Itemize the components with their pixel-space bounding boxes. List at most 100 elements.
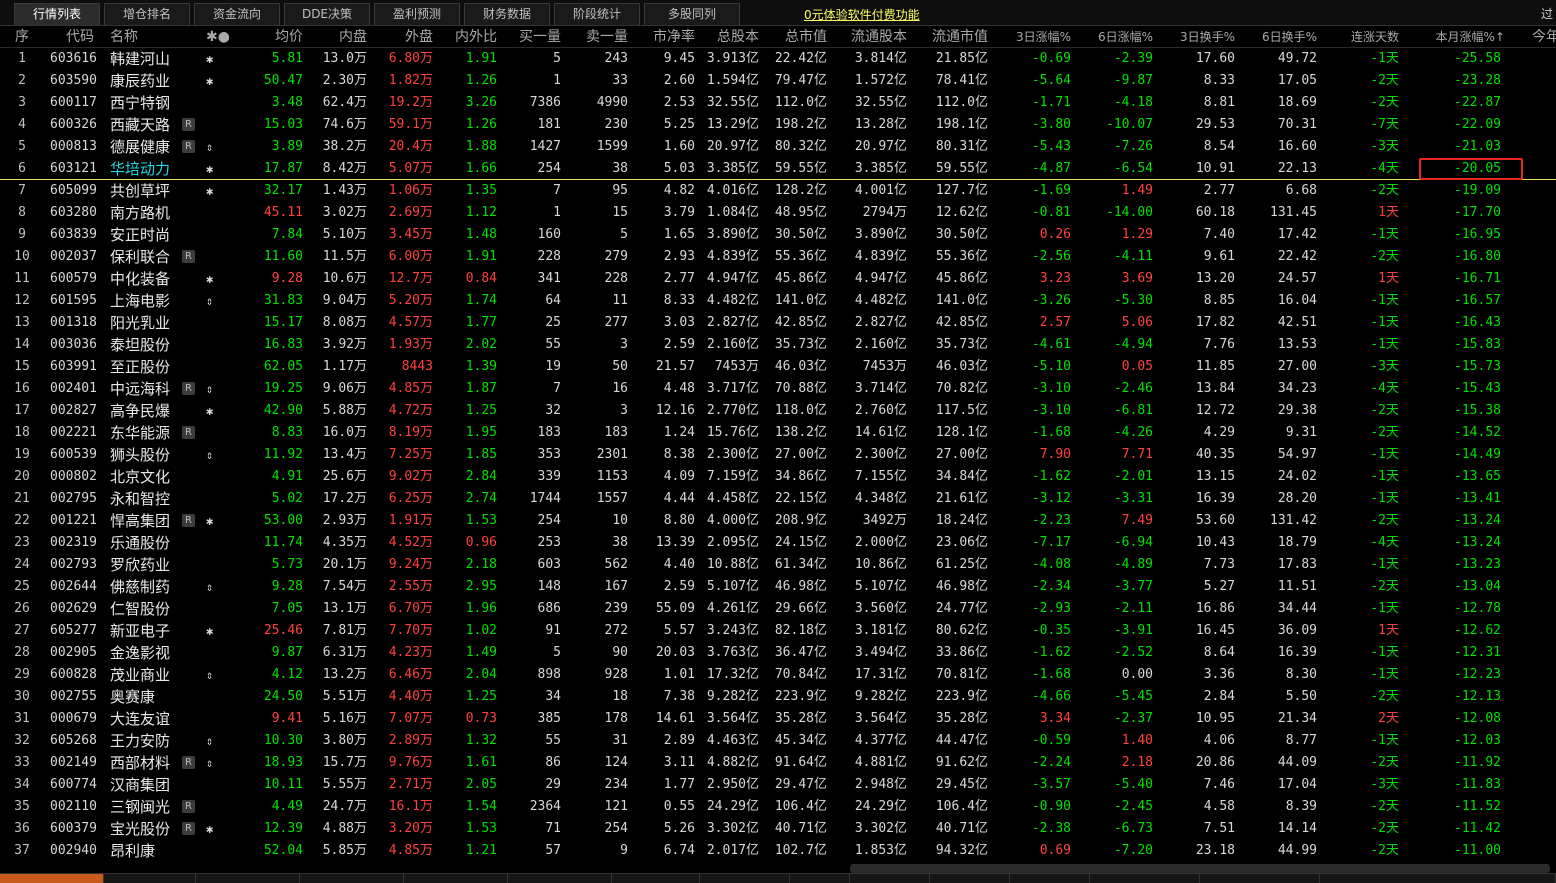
tab-2[interactable]: 增仓排名 [104, 3, 190, 25]
table-row[interactable]: 28 002905 金逸影视 9.87 6.31万 4.23万 1.49 5 90 20.03 3.… [0, 642, 1556, 664]
stock-name[interactable]: 昂利康 [110, 840, 190, 862]
column-header-10[interactable]: 卖一量 [586, 26, 628, 48]
column-header-11[interactable]: 市净率 [653, 26, 695, 48]
table-row[interactable]: 6 603121 华培动力 ✱ 17.87 8.42万 5.07万 1.66 254 38 5.03… [0, 158, 1556, 180]
table-row[interactable]: 36 600379 宝光股份 R ✱ 12.39 4.88万 3.20万 1.53 71 254 5.… [0, 818, 1556, 840]
table-row[interactable]: 23 002319 乐通股份 11.74 4.35万 4.52万 0.96 253 38 13.3… [0, 532, 1556, 554]
stock-name[interactable]: 中远海科 [110, 378, 190, 400]
table-row[interactable]: 7 605099 共创草坪 ✱ 32.17 1.43万 1.06万 1.35 7 95 4.82 4.… [0, 180, 1556, 202]
column-header-17[interactable]: 6日涨幅% [1098, 26, 1153, 48]
bottom-tab-7[interactable] [612, 874, 700, 883]
stock-name[interactable]: 三钢闽光 [110, 796, 190, 818]
column-header-20[interactable]: 连涨天数 [1351, 26, 1399, 48]
table-row[interactable]: 29 600828 茂业商业 ⇕ 4.12 13.2万 6.46万 2.04 898 928 1.0… [0, 664, 1556, 686]
horizontal-scrollbar[interactable] [850, 864, 1550, 873]
table-row[interactable]: 22 001221 悍高集团 R ✱ 53.00 2.93万 1.91万 1.53 254 10 8.… [0, 510, 1556, 532]
table-row[interactable]: 25 002644 佛慈制药 ⇕ 9.28 7.54万 2.55万 2.95 148 167 2.5… [0, 576, 1556, 598]
tab-4[interactable]: DDE决策 [284, 3, 370, 25]
column-header-13[interactable]: 总市值 [785, 26, 827, 48]
stock-name[interactable]: 奥赛康 [110, 686, 190, 708]
stock-name[interactable]: 金逸影视 [110, 642, 190, 664]
stock-name[interactable]: 阳光乳业 [110, 312, 190, 334]
stock-name[interactable]: 佛慈制药 [110, 576, 190, 598]
bottom-tab-9[interactable] [790, 874, 850, 883]
table-row[interactable]: 26 002629 仁智股份 7.05 13.1万 6.70万 1.96 686 239 55.0… [0, 598, 1556, 620]
stock-name[interactable]: 保利联合 [110, 246, 190, 268]
stock-name[interactable]: 南方路机 [110, 202, 190, 224]
stock-name[interactable]: 泰坦股份 [110, 334, 190, 356]
table-row[interactable]: 31 000679 大连友谊 9.41 5.16万 7.07万 0.73 385 178 14.6… [0, 708, 1556, 730]
table-row[interactable]: 1 603616 韩建河山 ✱ 5.81 13.0万 6.80万 1.91 5 243 9.45 3.… [0, 48, 1556, 70]
table-row[interactable]: 18 002221 东华能源 R 8.83 16.0万 8.19万 1.95 183 183 1.2… [0, 422, 1556, 444]
column-header-3[interactable]: 名称 [110, 26, 138, 48]
bottom-tab-4[interactable] [300, 874, 404, 883]
bottom-tab-13[interactable] [1090, 874, 1200, 883]
table-row[interactable]: 17 002827 高争民爆 ✱ 42.90 5.88万 4.72万 1.25 32 3 12.16… [0, 400, 1556, 422]
stock-name[interactable]: 仁智股份 [110, 598, 190, 620]
table-row[interactable]: 35 002110 三钢闽光 R 4.49 24.7万 16.1万 1.54 2364 121 0.… [0, 796, 1556, 818]
table-row[interactable]: 9 603839 安正时尚 7.84 5.10万 3.45万 1.48 160 5 1.65 3.8… [0, 224, 1556, 246]
table-row[interactable]: 15 603991 至正股份 62.05 1.17万 8443 1.39 19 50 21.57 7… [0, 356, 1556, 378]
column-header-18[interactable]: 3日换手% [1180, 26, 1235, 48]
column-header-21[interactable]: 本月涨幅%↑ [1436, 26, 1505, 48]
stock-name[interactable]: 悍高集团 [110, 510, 190, 532]
stock-name[interactable]: 北京文化 [110, 466, 190, 488]
stock-name[interactable]: 中化装备 [110, 268, 190, 290]
promo-link[interactable]: 0元体验软件付费功能 [804, 6, 920, 23]
tab-7[interactable]: 阶段统计 [554, 3, 640, 25]
stock-name[interactable]: 高争民爆 [110, 400, 190, 422]
stock-name[interactable]: 至正股份 [110, 356, 190, 378]
column-header-9[interactable]: 买一量 [519, 26, 561, 48]
table-row[interactable]: 4 600326 西藏天路 R 15.03 74.6万 59.1万 1.26 181 230 5.2… [0, 114, 1556, 136]
stock-name[interactable]: 狮头股份 [110, 444, 190, 466]
table-row[interactable]: 33 002149 西部材料 R ⇕ 18.93 15.7万 9.76万 1.61 86 124 3.… [0, 752, 1556, 774]
stock-name[interactable]: 上海电影 [110, 290, 190, 312]
table-row[interactable]: 19 600539 狮头股份 ⇕ 11.92 13.4万 7.25万 1.85 353 2301 8… [0, 444, 1556, 466]
column-header-1[interactable]: 序 [8, 26, 36, 48]
column-header-4[interactable]: ✱● [206, 26, 230, 48]
table-row[interactable]: 2 603590 康辰药业 ✱ 50.47 2.30万 1.82万 1.26 1 33 2.60 1.… [0, 70, 1556, 92]
stock-name[interactable]: 华培动力 [110, 158, 190, 180]
bottom-tab-2[interactable] [104, 874, 196, 883]
column-header-6[interactable]: 内盘 [339, 26, 367, 48]
column-header-14[interactable]: 流通股本 [851, 26, 907, 48]
bottom-tab-14[interactable] [1200, 874, 1320, 883]
stock-name[interactable]: 康辰药业 [110, 70, 190, 92]
stock-name[interactable]: 乐通股份 [110, 532, 190, 554]
bottom-tab-6[interactable] [508, 874, 612, 883]
table-row[interactable]: 21 002795 永和智控 5.02 17.2万 6.25万 2.74 1744 1557 4.… [0, 488, 1556, 510]
table-row[interactable]: 11 600579 中化装备 ✱ 9.28 10.6万 12.7万 0.84 341 228 2.7… [0, 268, 1556, 290]
stock-name[interactable]: 东华能源 [110, 422, 190, 444]
bottom-tab-11[interactable] [930, 874, 1010, 883]
column-header-16[interactable]: 3日涨幅% [1016, 26, 1071, 48]
table-row[interactable]: 34 600774 汉商集团 10.11 5.55万 2.71万 2.05 29 234 1.77… [0, 774, 1556, 796]
stock-name[interactable]: 西宁特钢 [110, 92, 190, 114]
table-row[interactable]: 14 003036 泰坦股份 16.83 3.92万 1.93万 2.02 55 3 2.59 2.… [0, 334, 1556, 356]
table-row[interactable]: 3 600117 西宁特钢 3.48 62.4万 19.2万 3.26 7386 4990 2.5… [0, 92, 1556, 114]
tab-3[interactable]: 资金流向 [194, 3, 280, 25]
bottom-tab-8[interactable] [700, 874, 790, 883]
table-row[interactable]: 16 002401 中远海科 R ⇕ 19.25 9.06万 4.85万 1.87 7 16 4.48… [0, 378, 1556, 400]
table-row[interactable]: 5 000813 德展健康 R ⇕ 3.89 38.2万 20.4万 1.88 1427 1599 1… [0, 136, 1556, 158]
stock-name[interactable]: 永和智控 [110, 488, 190, 510]
table-row[interactable]: 8 603280 南方路机 45.11 3.02万 2.69万 1.12 1 15 3.79 1.0… [0, 202, 1556, 224]
stock-name[interactable]: 宝光股份 [110, 818, 190, 840]
stock-name[interactable]: 安正时尚 [110, 224, 190, 246]
window-control-text[interactable]: 过 [1541, 5, 1553, 22]
stock-name[interactable]: 王力安防 [110, 730, 190, 752]
bottom-tab-12[interactable] [1010, 874, 1090, 883]
stock-name[interactable]: 汉商集团 [110, 774, 190, 796]
bottom-tab-15[interactable] [1320, 874, 1556, 883]
table-row[interactable]: 32 605268 王力安防 ⇕ 10.30 3.80万 2.89万 1.32 55 31 2.89… [0, 730, 1556, 752]
stock-name[interactable]: 韩建河山 [110, 48, 190, 70]
stock-name[interactable]: 德展健康 [110, 136, 190, 158]
stock-name[interactable]: 茂业商业 [110, 664, 190, 686]
tab-1[interactable]: 行情列表 [14, 3, 100, 25]
column-header-7[interactable]: 外盘 [405, 26, 433, 48]
column-header-12[interactable]: 总股本 [717, 26, 759, 48]
column-header-15[interactable]: 流通市值 [932, 26, 988, 48]
column-header-2[interactable]: 代码 [66, 26, 94, 48]
tab-8[interactable]: 多股同列 [644, 3, 740, 25]
tab-5[interactable]: 盈利预测 [374, 3, 460, 25]
bottom-tab-10[interactable] [850, 874, 930, 883]
